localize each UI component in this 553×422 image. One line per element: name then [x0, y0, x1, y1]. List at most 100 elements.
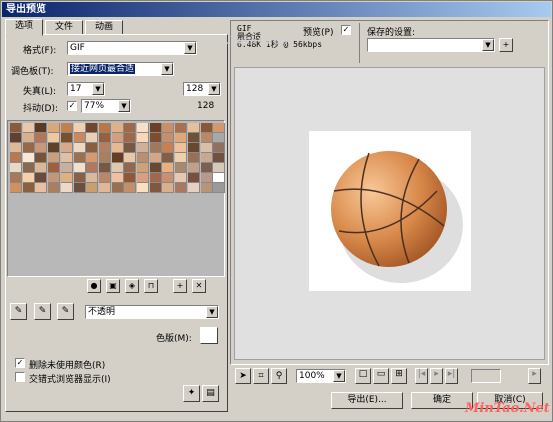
palette-swatch[interactable] [162, 183, 175, 193]
chevron-down-icon[interactable]: ▼ [184, 42, 196, 54]
palette-swatch[interactable] [162, 123, 175, 133]
palette-swatch[interactable] [10, 123, 22, 133]
palette-swatch[interactable] [22, 153, 35, 163]
ok-button[interactable]: 确定 [411, 392, 473, 409]
palette-swatch[interactable] [149, 153, 162, 163]
palette-swatch[interactable] [187, 183, 200, 193]
palette-swatch[interactable] [124, 133, 137, 143]
palette-swatch[interactable] [98, 123, 111, 133]
palette-swatch[interactable] [22, 183, 35, 193]
colors-select[interactable]: 128 ▼ [183, 82, 221, 96]
palette-swatch[interactable] [98, 153, 111, 163]
palette-swatch[interactable] [137, 123, 149, 133]
palette-swatch[interactable] [149, 133, 162, 143]
eyedropper-add-icon[interactable]: ✎ [34, 303, 51, 320]
palette-swatch[interactable] [187, 123, 200, 133]
eyedropper-icon[interactable]: ✎ [10, 303, 27, 320]
palette-swatch[interactable] [149, 143, 162, 153]
palette-swatch[interactable] [187, 143, 200, 153]
palette-swatch[interactable] [149, 173, 162, 183]
export-button[interactable]: 导出(E)... [331, 392, 403, 409]
palette-swatch[interactable] [124, 153, 137, 163]
palette-swatch[interactable] [124, 173, 137, 183]
palette-swatch[interactable] [73, 163, 86, 173]
palette-swatch[interactable] [187, 163, 200, 173]
preview-checkbox[interactable]: ✓ [341, 25, 351, 35]
chevron-down-icon[interactable]: ▼ [92, 83, 104, 95]
preview-area[interactable] [234, 67, 545, 360]
palette-swatch[interactable] [111, 123, 124, 133]
palette-swatch[interactable] [35, 133, 48, 143]
interlaced-checkbox[interactable] [15, 372, 25, 382]
palette-swatch[interactable] [137, 173, 149, 183]
palette-swatch[interactable] [10, 173, 22, 183]
palette-swatch[interactable] [86, 173, 99, 183]
palette-swatch[interactable] [22, 133, 35, 143]
palette-swatch[interactable] [200, 123, 213, 133]
first-frame-icon[interactable]: |◂ [415, 368, 428, 384]
chevron-down-icon[interactable]: ▼ [161, 63, 173, 75]
remove-unused-checkbox[interactable]: ✓ [15, 358, 25, 368]
loop-icon[interactable]: ▸ [528, 368, 541, 384]
palette-swatch[interactable] [60, 173, 73, 183]
export-wizard-icon[interactable]: ▤ [202, 385, 219, 402]
palette-swatch[interactable] [213, 163, 226, 173]
palette-swatch[interactable] [60, 123, 73, 133]
palette-swatch[interactable] [22, 173, 35, 183]
palette-swatch[interactable] [48, 153, 61, 163]
palette-swatch[interactable] [124, 163, 137, 173]
palette-swatch[interactable] [162, 173, 175, 183]
palette-swatch[interactable] [111, 133, 124, 143]
split-4-view-icon[interactable]: ⊞ [391, 368, 407, 384]
palette-swatch[interactable] [213, 173, 226, 183]
palette-swatch[interactable] [200, 163, 213, 173]
palette-swatch[interactable] [35, 163, 48, 173]
dither-input[interactable]: 77% ▼ [81, 99, 131, 113]
chevron-down-icon[interactable]: ▼ [118, 100, 130, 112]
color-wheel-icon[interactable]: ● [87, 279, 101, 293]
palette-swatch[interactable] [111, 173, 124, 183]
palette-swatch[interactable] [162, 143, 175, 153]
palette-swatch[interactable] [162, 153, 175, 163]
lock-icon[interactable]: ⊓ [144, 279, 158, 293]
palette-swatch[interactable] [60, 153, 73, 163]
palette-swatch[interactable] [22, 163, 35, 173]
palette-swatch[interactable] [137, 183, 149, 193]
palette-swatch[interactable] [22, 143, 35, 153]
palette-swatch[interactable] [175, 143, 188, 153]
palette-swatch[interactable] [200, 173, 213, 183]
chevron-down-icon[interactable]: ▼ [482, 39, 494, 51]
last-frame-icon[interactable]: ▸| [445, 368, 458, 384]
palette-swatch[interactable] [213, 123, 226, 133]
palette-swatch[interactable] [175, 173, 188, 183]
palette-swatch[interactable] [213, 143, 226, 153]
trash-icon[interactable]: ✕ [192, 279, 206, 293]
palette-swatch[interactable] [175, 163, 188, 173]
palette-swatch[interactable] [98, 143, 111, 153]
single-view-icon[interactable]: □ [355, 368, 371, 384]
palette-swatch[interactable] [86, 163, 99, 173]
eyedropper-subtract-icon[interactable]: ✎ [57, 303, 74, 320]
palette-swatch[interactable] [60, 183, 73, 193]
palette-swatch[interactable] [149, 183, 162, 193]
palette-swatch[interactable] [111, 153, 124, 163]
palette-swatch[interactable] [10, 133, 22, 143]
palette-swatch[interactable] [200, 183, 213, 193]
palette-swatch[interactable] [86, 123, 99, 133]
palette-swatch[interactable] [35, 143, 48, 153]
palette-swatch[interactable] [10, 153, 22, 163]
palette-swatch[interactable] [86, 183, 99, 193]
dither-checkbox[interactable]: ✓ [67, 101, 77, 111]
palette-swatch[interactable] [60, 163, 73, 173]
palette-swatch[interactable] [35, 183, 48, 193]
palette-swatch[interactable] [73, 183, 86, 193]
palette-swatch[interactable] [137, 153, 149, 163]
palette-swatch[interactable] [60, 143, 73, 153]
palette-swatch[interactable] [73, 173, 86, 183]
palette-swatch[interactable] [175, 153, 188, 163]
loss-input[interactable]: 17 ▼ [67, 82, 105, 96]
palette-swatch[interactable] [48, 163, 61, 173]
saved-settings-select[interactable]: ▼ [367, 38, 495, 52]
palette-swatch[interactable] [200, 143, 213, 153]
play-icon[interactable]: ▸ [430, 368, 443, 384]
